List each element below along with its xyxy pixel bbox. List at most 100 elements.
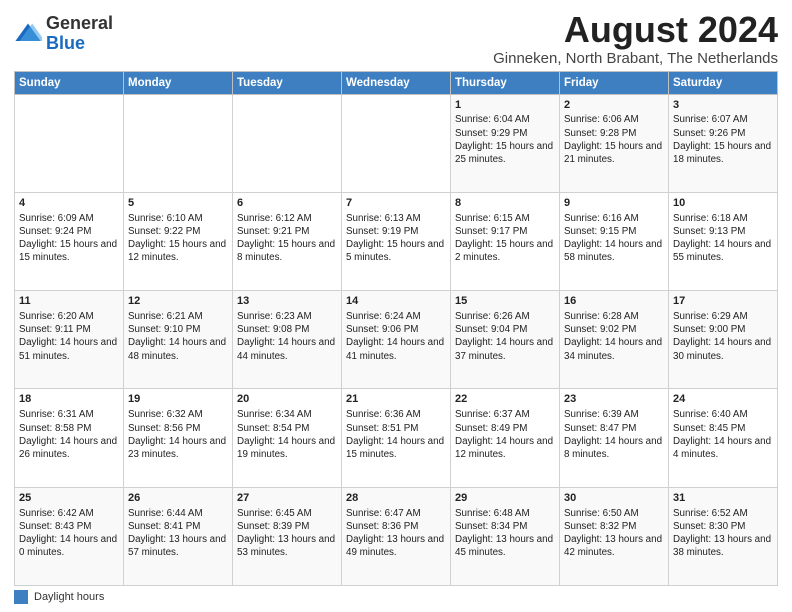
calendar-week-3: 11Sunrise: 6:20 AMSunset: 9:11 PMDayligh…: [15, 291, 778, 389]
calendar-cell: 5Sunrise: 6:10 AMSunset: 9:22 PMDaylight…: [124, 192, 233, 290]
calendar-cell: 16Sunrise: 6:28 AMSunset: 9:02 PMDayligh…: [560, 291, 669, 389]
day-number: 29: [455, 491, 555, 506]
day-info: Sunrise: 6:28 AMSunset: 9:02 PMDaylight:…: [564, 310, 664, 363]
day-info: Sunrise: 6:32 AMSunset: 8:56 PMDaylight:…: [128, 408, 228, 461]
day-of-week-monday: Monday: [124, 71, 233, 94]
calendar-week-2: 4Sunrise: 6:09 AMSunset: 9:24 PMDaylight…: [15, 192, 778, 290]
legend-label: Daylight hours: [34, 591, 104, 603]
day-info: Sunrise: 6:21 AMSunset: 9:10 PMDaylight:…: [128, 310, 228, 363]
day-info: Sunrise: 6:52 AMSunset: 8:30 PMDaylight:…: [673, 507, 773, 560]
day-number: 20: [237, 392, 337, 407]
calendar-table: SundayMondayTuesdayWednesdayThursdayFrid…: [14, 71, 778, 586]
calendar-cell: 15Sunrise: 6:26 AMSunset: 9:04 PMDayligh…: [451, 291, 560, 389]
day-number: 21: [346, 392, 446, 407]
day-number: 7: [346, 196, 446, 211]
calendar-cell: 24Sunrise: 6:40 AMSunset: 8:45 PMDayligh…: [669, 389, 778, 487]
calendar-cell: 30Sunrise: 6:50 AMSunset: 8:32 PMDayligh…: [560, 487, 669, 585]
calendar-cell: 8Sunrise: 6:15 AMSunset: 9:17 PMDaylight…: [451, 192, 560, 290]
day-info: Sunrise: 6:20 AMSunset: 9:11 PMDaylight:…: [19, 310, 119, 363]
title-area: August 2024 Ginneken, North Brabant, The…: [493, 10, 778, 67]
day-info: Sunrise: 6:39 AMSunset: 8:47 PMDaylight:…: [564, 408, 664, 461]
calendar-cell: 13Sunrise: 6:23 AMSunset: 9:08 PMDayligh…: [233, 291, 342, 389]
calendar-cell: 22Sunrise: 6:37 AMSunset: 8:49 PMDayligh…: [451, 389, 560, 487]
day-info: Sunrise: 6:31 AMSunset: 8:58 PMDaylight:…: [19, 408, 119, 461]
day-info: Sunrise: 6:42 AMSunset: 8:43 PMDaylight:…: [19, 507, 119, 560]
day-info: Sunrise: 6:45 AMSunset: 8:39 PMDaylight:…: [237, 507, 337, 560]
calendar-cell: [342, 94, 451, 192]
calendar-header: SundayMondayTuesdayWednesdayThursdayFrid…: [15, 71, 778, 94]
day-info: Sunrise: 6:34 AMSunset: 8:54 PMDaylight:…: [237, 408, 337, 461]
day-info: Sunrise: 6:09 AMSunset: 9:24 PMDaylight:…: [19, 212, 119, 265]
day-number: 4: [19, 196, 119, 211]
day-number: 30: [564, 491, 664, 506]
logo-blue: Blue: [46, 33, 85, 53]
calendar-body: 1Sunrise: 6:04 AMSunset: 9:29 PMDaylight…: [15, 94, 778, 585]
calendar-cell: 29Sunrise: 6:48 AMSunset: 8:34 PMDayligh…: [451, 487, 560, 585]
calendar-cell: 9Sunrise: 6:16 AMSunset: 9:15 PMDaylight…: [560, 192, 669, 290]
day-info: Sunrise: 6:37 AMSunset: 8:49 PMDaylight:…: [455, 408, 555, 461]
day-number: 27: [237, 491, 337, 506]
day-number: 23: [564, 392, 664, 407]
logo-text: General Blue: [46, 14, 113, 54]
day-number: 11: [19, 294, 119, 309]
calendar-cell: 2Sunrise: 6:06 AMSunset: 9:28 PMDaylight…: [560, 94, 669, 192]
calendar-cell: 1Sunrise: 6:04 AMSunset: 9:29 PMDaylight…: [451, 94, 560, 192]
day-info: Sunrise: 6:06 AMSunset: 9:28 PMDaylight:…: [564, 113, 664, 166]
day-info: Sunrise: 6:07 AMSunset: 9:26 PMDaylight:…: [673, 113, 773, 166]
day-info: Sunrise: 6:26 AMSunset: 9:04 PMDaylight:…: [455, 310, 555, 363]
day-info: Sunrise: 6:10 AMSunset: 9:22 PMDaylight:…: [128, 212, 228, 265]
day-number: 10: [673, 196, 773, 211]
day-number: 25: [19, 491, 119, 506]
day-of-week-wednesday: Wednesday: [342, 71, 451, 94]
day-number: 12: [128, 294, 228, 309]
day-number: 22: [455, 392, 555, 407]
day-info: Sunrise: 6:15 AMSunset: 9:17 PMDaylight:…: [455, 212, 555, 265]
day-info: Sunrise: 6:47 AMSunset: 8:36 PMDaylight:…: [346, 507, 446, 560]
main-title: August 2024: [493, 10, 778, 50]
day-number: 19: [128, 392, 228, 407]
calendar-cell: 26Sunrise: 6:44 AMSunset: 8:41 PMDayligh…: [124, 487, 233, 585]
calendar-cell: 7Sunrise: 6:13 AMSunset: 9:19 PMDaylight…: [342, 192, 451, 290]
day-number: 17: [673, 294, 773, 309]
calendar-cell: [124, 94, 233, 192]
day-info: Sunrise: 6:04 AMSunset: 9:29 PMDaylight:…: [455, 113, 555, 166]
day-number: 26: [128, 491, 228, 506]
day-number: 8: [455, 196, 555, 211]
legend-box: [14, 590, 28, 604]
day-info: Sunrise: 6:23 AMSunset: 9:08 PMDaylight:…: [237, 310, 337, 363]
calendar-cell: [233, 94, 342, 192]
day-info: Sunrise: 6:24 AMSunset: 9:06 PMDaylight:…: [346, 310, 446, 363]
day-number: 1: [455, 98, 555, 113]
calendar-cell: 3Sunrise: 6:07 AMSunset: 9:26 PMDaylight…: [669, 94, 778, 192]
day-number: 13: [237, 294, 337, 309]
day-number: 16: [564, 294, 664, 309]
day-info: Sunrise: 6:40 AMSunset: 8:45 PMDaylight:…: [673, 408, 773, 461]
day-number: 9: [564, 196, 664, 211]
calendar-cell: 6Sunrise: 6:12 AMSunset: 9:21 PMDaylight…: [233, 192, 342, 290]
calendar-cell: 31Sunrise: 6:52 AMSunset: 8:30 PMDayligh…: [669, 487, 778, 585]
day-number: 31: [673, 491, 773, 506]
day-info: Sunrise: 6:12 AMSunset: 9:21 PMDaylight:…: [237, 212, 337, 265]
day-info: Sunrise: 6:44 AMSunset: 8:41 PMDaylight:…: [128, 507, 228, 560]
day-info: Sunrise: 6:13 AMSunset: 9:19 PMDaylight:…: [346, 212, 446, 265]
subtitle: Ginneken, North Brabant, The Netherlands: [493, 50, 778, 67]
calendar-cell: 23Sunrise: 6:39 AMSunset: 8:47 PMDayligh…: [560, 389, 669, 487]
calendar-cell: 28Sunrise: 6:47 AMSunset: 8:36 PMDayligh…: [342, 487, 451, 585]
logo-icon: [14, 20, 42, 48]
day-number: 6: [237, 196, 337, 211]
calendar-cell: 18Sunrise: 6:31 AMSunset: 8:58 PMDayligh…: [15, 389, 124, 487]
legend: Daylight hours: [14, 590, 778, 604]
page: General Blue August 2024 Ginneken, North…: [0, 0, 792, 612]
logo: General Blue: [14, 14, 113, 54]
calendar-cell: 19Sunrise: 6:32 AMSunset: 8:56 PMDayligh…: [124, 389, 233, 487]
day-info: Sunrise: 6:18 AMSunset: 9:13 PMDaylight:…: [673, 212, 773, 265]
day-number: 18: [19, 392, 119, 407]
day-info: Sunrise: 6:29 AMSunset: 9:00 PMDaylight:…: [673, 310, 773, 363]
day-of-week-thursday: Thursday: [451, 71, 560, 94]
calendar-cell: 14Sunrise: 6:24 AMSunset: 9:06 PMDayligh…: [342, 291, 451, 389]
calendar-cell: 11Sunrise: 6:20 AMSunset: 9:11 PMDayligh…: [15, 291, 124, 389]
calendar-cell: 17Sunrise: 6:29 AMSunset: 9:00 PMDayligh…: [669, 291, 778, 389]
day-of-week-tuesday: Tuesday: [233, 71, 342, 94]
calendar-week-4: 18Sunrise: 6:31 AMSunset: 8:58 PMDayligh…: [15, 389, 778, 487]
day-of-week-sunday: Sunday: [15, 71, 124, 94]
